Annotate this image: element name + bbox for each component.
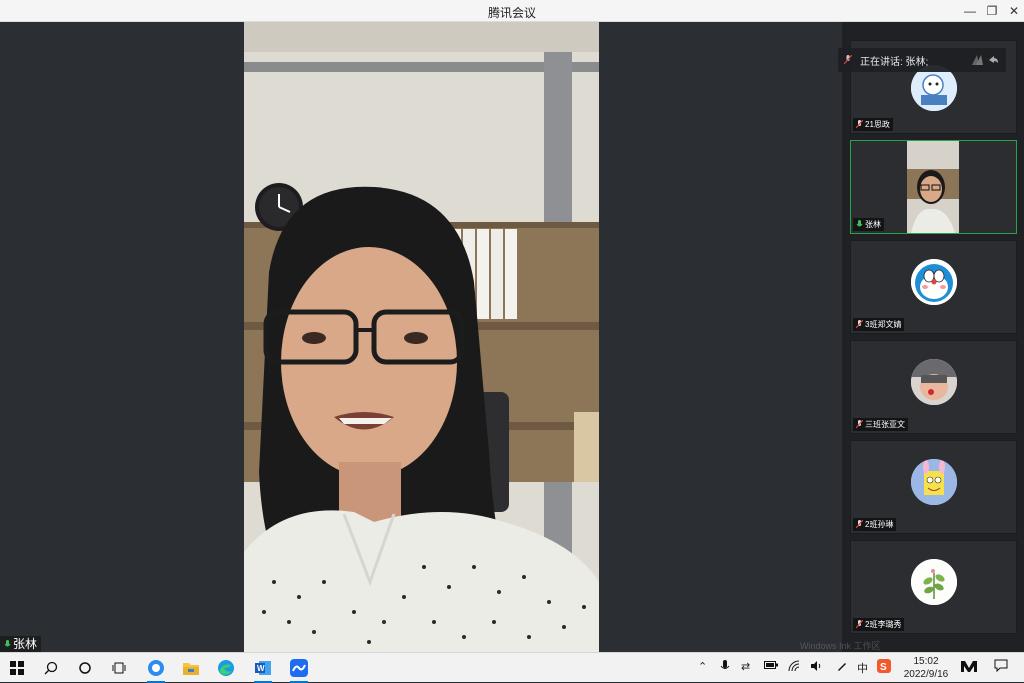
word-app-icon[interactable]: W bbox=[252, 657, 274, 683]
spongebob-avatar bbox=[911, 459, 957, 505]
participant-name: 3班郑文婧 bbox=[865, 320, 902, 329]
notification-center-icon[interactable] bbox=[994, 659, 1008, 675]
participant-tile[interactable]: 张林 bbox=[850, 140, 1017, 234]
pen-icon[interactable] bbox=[836, 660, 848, 675]
svg-text:S: S bbox=[880, 662, 887, 673]
restore-button[interactable]: ❐ bbox=[980, 2, 1004, 20]
volume-icon[interactable] bbox=[810, 660, 822, 675]
participant-label: 21思政 bbox=[853, 118, 893, 131]
participant-name: 21思政 bbox=[865, 120, 890, 129]
main-participant-name: 张林 bbox=[13, 637, 38, 651]
participant-tile[interactable]: 3班郑文婧 bbox=[850, 240, 1017, 334]
plant-avatar bbox=[911, 559, 957, 605]
mic-icon bbox=[4, 639, 11, 646]
doraemon-avatar bbox=[911, 259, 957, 305]
participant-tile[interactable]: 三班张亚文 bbox=[850, 340, 1017, 434]
browser-app-icon[interactable] bbox=[145, 657, 167, 683]
child-photo-avatar bbox=[911, 359, 957, 405]
switch-icon[interactable]: ⇄ bbox=[741, 660, 750, 673]
video-frame-illustration bbox=[244, 22, 599, 652]
collapse-arrow-icon[interactable] bbox=[986, 53, 1000, 67]
wifi-icon[interactable] bbox=[788, 660, 800, 675]
clock-time: 15:02 bbox=[913, 656, 939, 667]
tencent-meeting-icon[interactable] bbox=[288, 657, 310, 683]
ime-language-indicator[interactable]: 中 bbox=[857, 660, 868, 676]
speaker-volume-icon bbox=[972, 55, 983, 65]
window-titlebar: 腾讯会议 — ❐ ✕ bbox=[0, 0, 1024, 22]
file-explorer-icon[interactable] bbox=[180, 657, 202, 679]
media-app-icon[interactable] bbox=[960, 658, 978, 677]
participant-tile[interactable]: 2班李璐秀 bbox=[850, 540, 1017, 634]
minimize-button[interactable]: — bbox=[958, 2, 982, 20]
participant-name: 2班李璐秀 bbox=[865, 620, 902, 629]
clock-date: 2022/9/16 bbox=[903, 669, 949, 680]
speaking-text: 正在讲话: 张林; bbox=[860, 56, 929, 68]
video-thumbnail bbox=[907, 141, 959, 233]
window-title: 腾讯会议 bbox=[487, 6, 536, 20]
show-hidden-icons-chevron-icon[interactable]: ⌃ bbox=[698, 660, 707, 673]
participant-tile[interactable]: 2班孙琳 bbox=[850, 440, 1017, 534]
speaking-indicator: 正在讲话: 张林; bbox=[838, 48, 1006, 72]
participant-label: 3班郑文婧 bbox=[853, 318, 905, 331]
search-icon[interactable] bbox=[40, 657, 62, 679]
windows-taskbar: W ⌃ ⇄ 中 S 15:02 2022/9/16 bbox=[0, 652, 1024, 683]
mic-icon bbox=[856, 220, 863, 227]
participant-label: 三班张亚文 bbox=[853, 418, 908, 431]
main-participant-label: 张林 bbox=[0, 636, 42, 652]
edge-browser-icon[interactable] bbox=[215, 657, 237, 679]
participant-name: 2班孙琳 bbox=[865, 520, 894, 529]
svg-text:W: W bbox=[257, 664, 265, 673]
mic-muted-icon bbox=[856, 620, 863, 629]
mic-muted-icon bbox=[856, 520, 863, 529]
battery-icon[interactable] bbox=[764, 660, 778, 673]
participant-label: 2班李璐秀 bbox=[853, 618, 905, 631]
mic-muted-icon bbox=[856, 320, 863, 329]
main-video[interactable] bbox=[244, 22, 599, 652]
mic-muted-icon bbox=[844, 55, 852, 65]
cortana-icon[interactable] bbox=[74, 657, 96, 679]
sogou-input-icon[interactable]: S bbox=[877, 659, 891, 676]
task-view-icon[interactable] bbox=[108, 657, 130, 679]
system-clock[interactable]: 15:02 2022/9/16 bbox=[896, 655, 956, 681]
close-button[interactable]: ✕ bbox=[1002, 2, 1024, 20]
mic-muted-icon bbox=[856, 420, 863, 429]
participant-label: 2班孙琳 bbox=[853, 518, 897, 531]
windows-start-icon[interactable] bbox=[6, 657, 28, 679]
microphone-icon[interactable] bbox=[720, 660, 730, 675]
mic-muted-icon bbox=[856, 120, 863, 129]
windows-ink-watermark: Windows Ink 工作区 bbox=[800, 641, 881, 651]
participant-name: 张林 bbox=[865, 220, 881, 229]
participant-name: 三班张亚文 bbox=[865, 420, 905, 429]
main-stage: 张林 bbox=[0, 22, 842, 652]
participant-label: 张林 bbox=[853, 218, 884, 231]
